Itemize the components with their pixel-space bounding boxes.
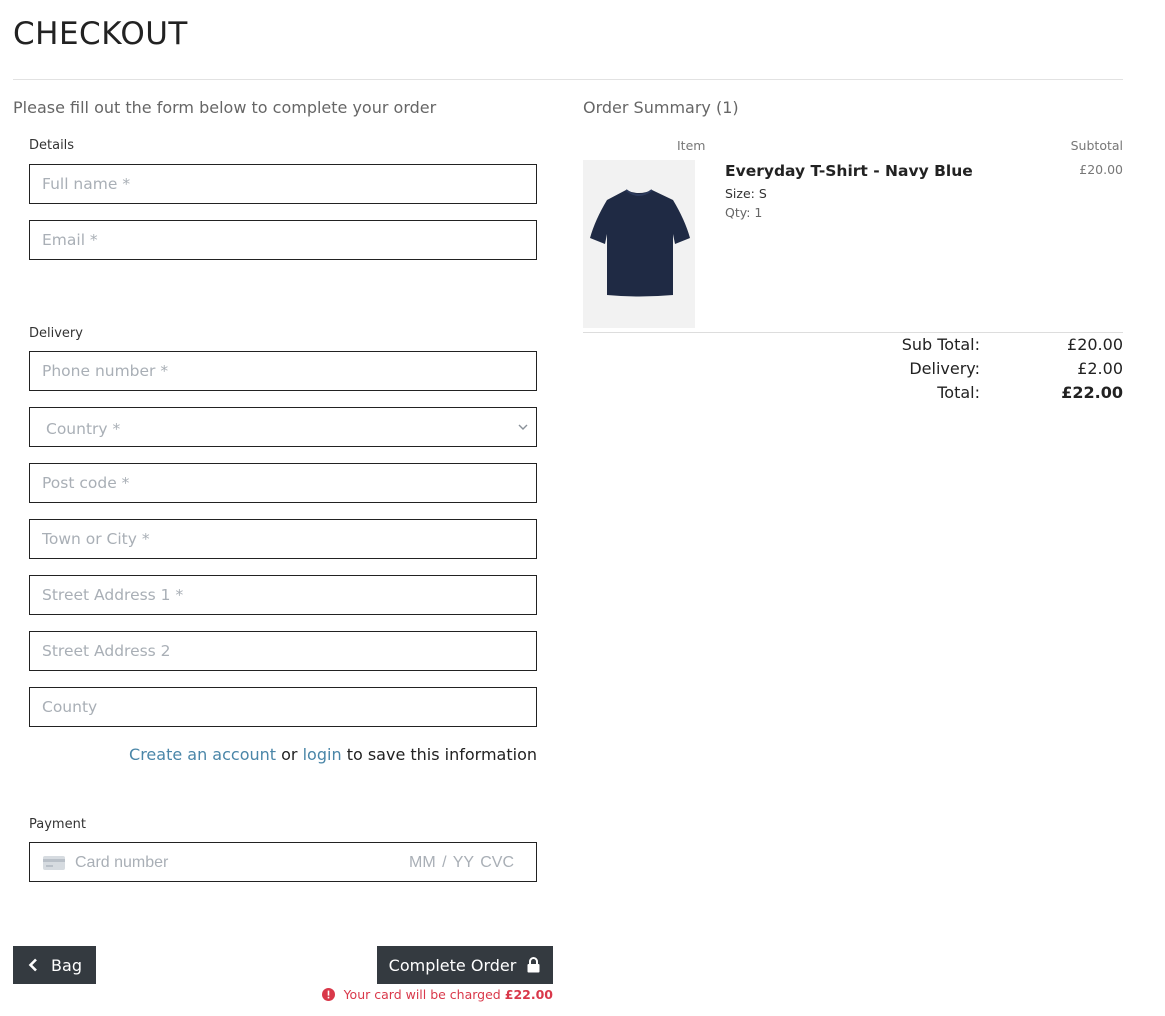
street-address-1-input[interactable] <box>29 575 537 615</box>
county-input[interactable] <box>29 687 537 727</box>
charge-notice-amount: £22.00 <box>504 987 553 1002</box>
lock-icon <box>527 957 540 973</box>
street-address-2-input[interactable] <box>29 631 537 671</box>
title-divider <box>13 79 1123 80</box>
product-image <box>583 160 695 328</box>
product-size: Size: S <box>725 186 767 201</box>
summary-divider <box>583 332 1123 333</box>
charge-notice-text: Your card will be charged <box>343 987 501 1002</box>
sub-total-value: £20.00 <box>1067 335 1123 354</box>
complete-order-button[interactable]: Complete Order <box>377 946 553 984</box>
charge-notice: Your card will be charged £22.00 <box>321 987 553 1002</box>
sub-total-label: Sub Total: <box>901 335 980 354</box>
delivery-label: Delivery <box>29 326 83 341</box>
email-input[interactable] <box>29 220 537 260</box>
chevron-left-icon <box>28 958 37 972</box>
complete-order-label: Complete Order <box>388 955 517 975</box>
phone-input[interactable] <box>29 351 537 391</box>
delivery-cost-value: £2.00 <box>1077 359 1123 378</box>
product-qty: Qty: 1 <box>725 205 763 220</box>
country-select-placeholder: Country * <box>46 420 121 438</box>
credit-card-icon <box>43 856 65 870</box>
card-number-placeholder: Card number <box>75 854 169 871</box>
chevron-down-icon <box>518 424 528 430</box>
login-link[interactable]: login <box>303 745 342 764</box>
postcode-input[interactable] <box>29 463 537 503</box>
full-name-input[interactable] <box>29 164 537 204</box>
product-name: Everyday T-Shirt - Navy Blue <box>725 162 973 180</box>
order-summary-title: Order Summary (1) <box>583 98 739 117</box>
payment-label: Payment <box>29 817 86 832</box>
save-info-suffix: to save this information <box>346 745 537 764</box>
grand-total-value: £22.00 <box>1061 383 1123 402</box>
town-input[interactable] <box>29 519 537 559</box>
expiry-cvc-placeholder: MM / YY CVC <box>409 854 514 871</box>
alert-circle-icon <box>321 988 335 1001</box>
save-info-or: or <box>281 745 298 764</box>
bag-button-label: Bag <box>51 955 82 975</box>
back-to-bag-button[interactable]: Bag <box>13 946 96 984</box>
page-title: CHECKOUT <box>13 16 188 52</box>
create-account-link[interactable]: Create an account <box>129 745 276 764</box>
product-subtotal: £20.00 <box>1079 162 1123 177</box>
save-info-line: Create an account or login to save this … <box>129 745 537 764</box>
card-input[interactable]: Card number MM / YY CVC <box>29 842 537 882</box>
tshirt-icon <box>590 189 690 297</box>
country-select[interactable]: Country * <box>29 407 537 447</box>
details-label: Details <box>29 138 75 153</box>
grand-total-label: Total: <box>937 383 980 402</box>
form-intro: Please fill out the form below to comple… <box>13 98 437 117</box>
item-column-header: Item <box>677 138 706 153</box>
delivery-cost-label: Delivery: <box>909 359 980 378</box>
subtotal-column-header: Subtotal <box>1070 138 1123 153</box>
